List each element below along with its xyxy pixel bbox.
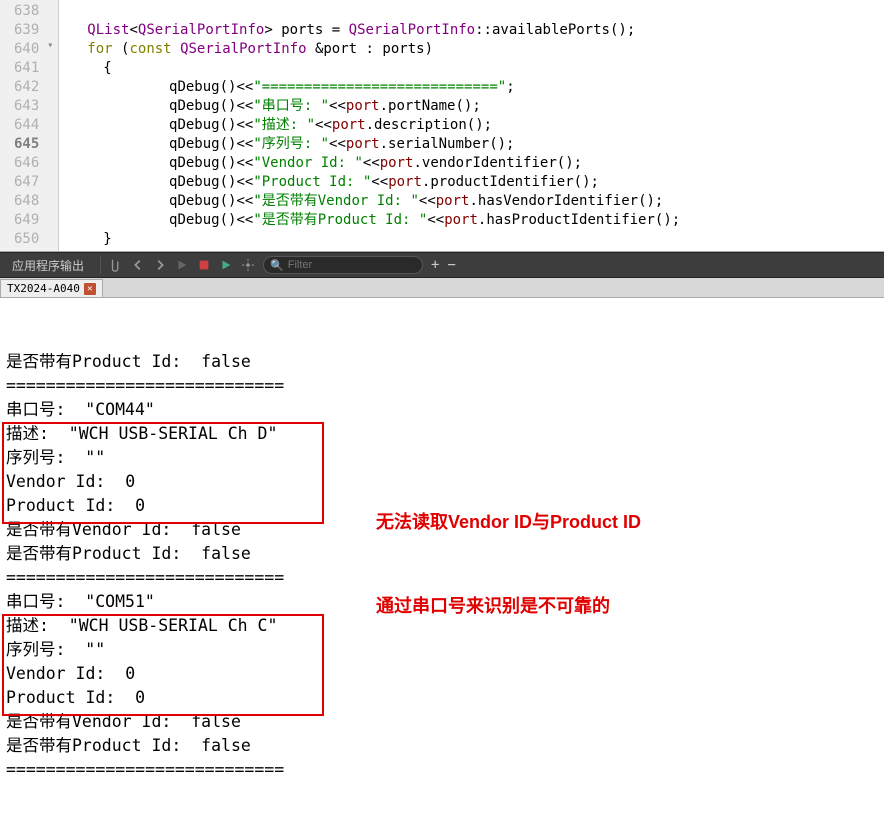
code-line[interactable]: qDebug()<<"是否带有Product Id: "<<port.hasPr… bbox=[87, 211, 884, 230]
line-number: 649 bbox=[14, 211, 39, 230]
annotation-text: 无法读取Vendor ID与Product ID 通过串口号来识别是不可靠的 bbox=[376, 452, 641, 676]
code-line[interactable]: QList<QSerialPortInfo> ports = QSerialPo… bbox=[87, 21, 884, 40]
line-number: 642 bbox=[14, 78, 39, 97]
attach-icon[interactable] bbox=[106, 255, 126, 275]
line-number: 646 bbox=[14, 154, 39, 173]
output-toolbar: 应用程序输出 🔍 + − bbox=[0, 252, 884, 278]
search-icon: 🔍 bbox=[270, 259, 284, 272]
code-line[interactable]: for (const QSerialPortInfo &port : ports… bbox=[87, 40, 884, 59]
code-line[interactable]: qDebug()<<"序列号: "<<port.serialNumber(); bbox=[87, 135, 884, 154]
tab-label: TX2024-A040 bbox=[7, 282, 80, 295]
code-line[interactable]: qDebug()<<"============================"… bbox=[87, 78, 884, 97]
code-line[interactable]: } bbox=[87, 230, 884, 249]
line-number: 639 bbox=[14, 21, 39, 40]
close-icon[interactable]: ✕ bbox=[84, 283, 96, 295]
output-panel-title: 应用程序输出 bbox=[0, 257, 96, 274]
output-line: 串口号: "COM44" bbox=[6, 398, 878, 422]
output-tabbar: TX2024-A040 ✕ bbox=[0, 278, 884, 298]
output-line: ============================ bbox=[6, 758, 878, 782]
code-line[interactable] bbox=[87, 2, 884, 21]
stop-icon[interactable] bbox=[194, 255, 214, 275]
output-line: 是否带有Product Id: false bbox=[6, 350, 878, 374]
code-line[interactable]: qDebug()<<"串口号: "<<port.portName(); bbox=[87, 97, 884, 116]
annotation-line2: 通过串口号来识别是不可靠的 bbox=[376, 592, 641, 620]
filter-box[interactable]: 🔍 bbox=[263, 256, 423, 274]
line-number: 638 bbox=[14, 2, 39, 21]
code-area[interactable]: QList<QSerialPortInfo> ports = QSerialPo… bbox=[59, 0, 884, 251]
prev-icon[interactable] bbox=[128, 255, 148, 275]
line-number: 641 bbox=[14, 59, 39, 78]
output-pane[interactable]: 无法读取Vendor ID与Product ID 通过串口号来识别是不可靠的 是… bbox=[0, 298, 884, 786]
output-tab[interactable]: TX2024-A040 ✕ bbox=[0, 279, 103, 297]
code-editor[interactable]: 638639640641642643644645646647648649650 … bbox=[0, 0, 884, 252]
fold-marker[interactable]: ▾ bbox=[47, 40, 53, 51]
line-number: 650 bbox=[14, 230, 39, 249]
annotation-line1: 无法读取Vendor ID与Product ID bbox=[376, 508, 641, 536]
highlight-box bbox=[2, 422, 324, 524]
play-arrow-icon[interactable] bbox=[216, 255, 236, 275]
code-line[interactable]: qDebug()<<"Product Id: "<<port.productId… bbox=[87, 173, 884, 192]
line-number: 645 bbox=[14, 135, 39, 154]
line-number: 647 bbox=[14, 173, 39, 192]
code-line[interactable]: { bbox=[87, 59, 884, 78]
next-icon[interactable] bbox=[150, 255, 170, 275]
separator bbox=[100, 256, 101, 274]
settings-icon[interactable] bbox=[238, 255, 258, 275]
code-line[interactable]: qDebug()<<"Vendor Id: "<<port.vendorIden… bbox=[87, 154, 884, 173]
output-line: ============================ bbox=[6, 374, 878, 398]
output-line: 是否带有Product Id: false bbox=[6, 734, 878, 758]
line-number: 643 bbox=[14, 97, 39, 116]
highlight-box bbox=[2, 614, 324, 716]
run-icon[interactable] bbox=[172, 255, 192, 275]
code-line[interactable]: qDebug()<<"描述: "<<port.description(); bbox=[87, 116, 884, 135]
fold-column[interactable]: ▾ bbox=[47, 0, 59, 251]
code-line[interactable]: qDebug()<<"是否带有Vendor Id: "<<port.hasVen… bbox=[87, 192, 884, 211]
add-button[interactable]: + bbox=[431, 257, 439, 273]
line-number: 648 bbox=[14, 192, 39, 211]
line-number: 640 bbox=[14, 40, 39, 59]
line-number: 644 bbox=[14, 116, 39, 135]
filter-input[interactable] bbox=[288, 259, 408, 271]
remove-button[interactable]: − bbox=[447, 257, 455, 273]
line-number-gutter: 638639640641642643644645646647648649650 bbox=[0, 0, 47, 251]
